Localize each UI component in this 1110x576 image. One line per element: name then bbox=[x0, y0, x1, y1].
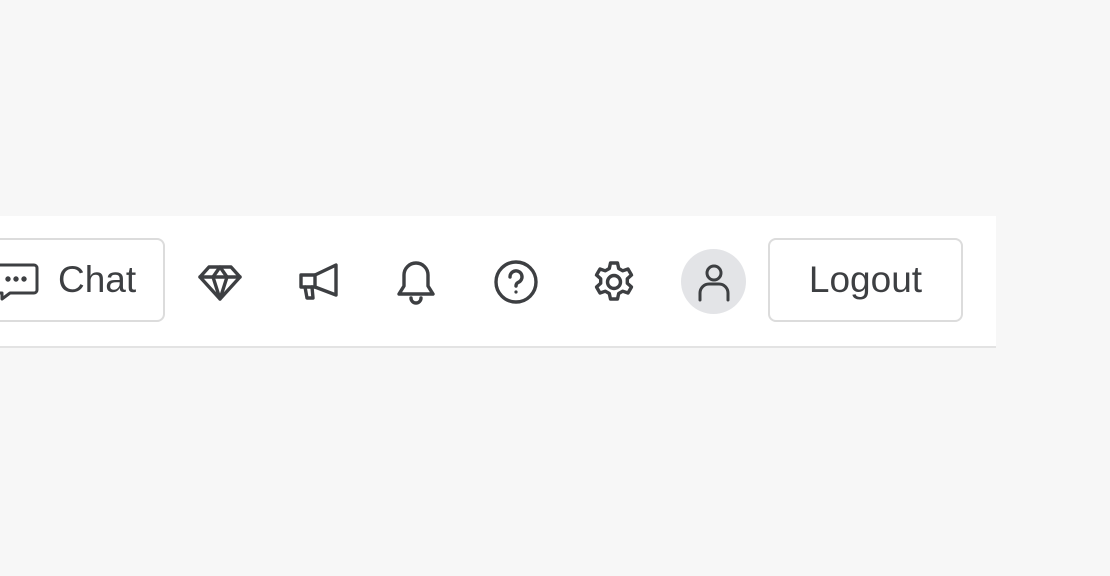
help-icon bbox=[494, 260, 538, 304]
announcements-button[interactable] bbox=[294, 258, 342, 306]
chat-button[interactable]: Chat bbox=[0, 238, 165, 322]
user-icon bbox=[698, 264, 729, 301]
avatar[interactable] bbox=[681, 249, 746, 314]
gear-icon bbox=[594, 261, 634, 301]
chat-button-label: Chat bbox=[58, 259, 137, 300]
settings-button[interactable] bbox=[590, 258, 638, 306]
bell-icon bbox=[397, 261, 435, 305]
help-button[interactable] bbox=[492, 258, 540, 306]
logout-button[interactable]: Logout bbox=[768, 238, 963, 322]
premium-button[interactable] bbox=[196, 258, 244, 306]
top-toolbar: Chat Logout bbox=[0, 216, 996, 348]
notifications-button[interactable] bbox=[392, 258, 440, 306]
megaphone-icon bbox=[299, 263, 338, 300]
diamond-icon bbox=[198, 265, 242, 301]
chat-icon bbox=[0, 257, 40, 303]
logout-button-label: Logout bbox=[808, 259, 923, 300]
